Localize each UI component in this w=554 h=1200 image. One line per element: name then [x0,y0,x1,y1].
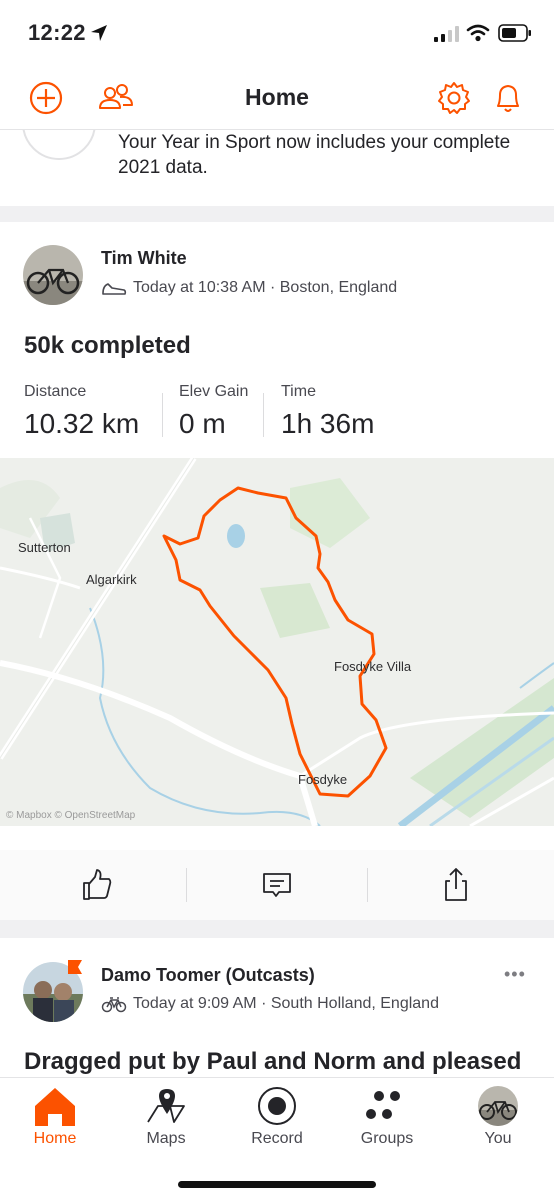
tab-label: Groups [360,1130,414,1147]
status-time: 12:22 [28,20,86,45]
share-icon[interactable] [436,865,476,905]
athlete-name[interactable]: Damo Toomer (Outcasts) [101,965,315,986]
battery-icon [498,24,531,42]
map-attribution[interactable]: © Mapbox © OpenStreetMap [6,810,135,821]
groups-icon [366,1091,400,1119]
stat-label-elevation: Elev Gain [179,383,249,400]
club-badge-icon [68,960,82,974]
avatar[interactable] [23,245,83,305]
action-divider [186,868,187,902]
tab-groups[interactable]: Groups [332,1078,442,1158]
tab-label: You [484,1130,512,1147]
stat-divider [263,393,264,437]
tab-you[interactable]: You [443,1078,553,1158]
tab-label: Record [251,1130,303,1147]
action-divider [367,868,368,902]
activity-title[interactable]: 50k completed [24,332,191,360]
comment-icon[interactable] [257,865,297,905]
map-place-label: Algarkirk [86,572,137,587]
kudos-icon[interactable] [76,865,116,905]
announcement-card[interactable]: Your Year in Sport now includes your com… [0,130,554,206]
athlete-name[interactable]: Tim White [101,248,187,269]
map-place-label: Sutterton [18,540,71,555]
tab-label: Maps [146,1130,186,1147]
stat-divider [162,393,163,437]
stat-label-time: Time [281,383,316,400]
map-place-label: Fosdyke [298,772,348,787]
more-options-icon[interactable]: ••• [504,964,526,985]
stat-value-elevation: 0 m [179,408,226,439]
stat-value-time: 1h 36m [281,408,375,439]
tab-record[interactable]: Record [222,1078,332,1158]
activity-meta: Today at 10:38 AM · Boston, England [101,279,397,297]
location-arrow-icon [91,25,107,41]
home-indicator[interactable] [178,1181,376,1188]
map-place-label: Fosdyke Villa [334,659,412,674]
activity-title[interactable]: Dragged put by Paul and Norm and pleased [24,1048,521,1076]
tab-label: Home [33,1130,77,1147]
maps-icon [147,1089,185,1123]
activity-meta-text: Today at 9:09 AM · South Holland, Englan… [133,995,439,1012]
record-icon [258,1087,296,1125]
stat-value-distance: 10.32 km [24,408,140,439]
route-map[interactable]: Sutterton Algarkirk Fosdyke Villa Fosdyk… [0,458,554,826]
activity-meta: Today at 9:09 AM · South Holland, Englan… [101,995,439,1013]
spacer [0,826,554,850]
announcement-text: Your Year in Sport now includes your com… [118,132,511,178]
cellular-signal-icon [434,26,459,42]
separator [0,920,554,938]
announcement-icon [22,130,96,160]
profile-avatar-icon [478,1086,518,1126]
activity-actions [0,850,554,920]
shoe-icon [102,283,127,295]
activity-meta-text: Today at 10:38 AM · Boston, England [133,279,398,296]
tab-maps[interactable]: Maps [111,1078,221,1158]
wifi-icon [466,24,490,42]
avatar-photo [23,245,83,305]
home-icon [35,1088,75,1126]
separator [0,206,554,222]
tab-home[interactable]: Home [0,1078,110,1158]
bike-icon [101,997,127,1013]
status-bar: 12:22 [0,0,554,66]
notifications-icon[interactable] [488,78,528,118]
app-header: Home [0,66,554,130]
stat-label-distance: Distance [24,383,87,400]
map-canvas [0,458,554,826]
settings-icon[interactable] [434,78,474,118]
